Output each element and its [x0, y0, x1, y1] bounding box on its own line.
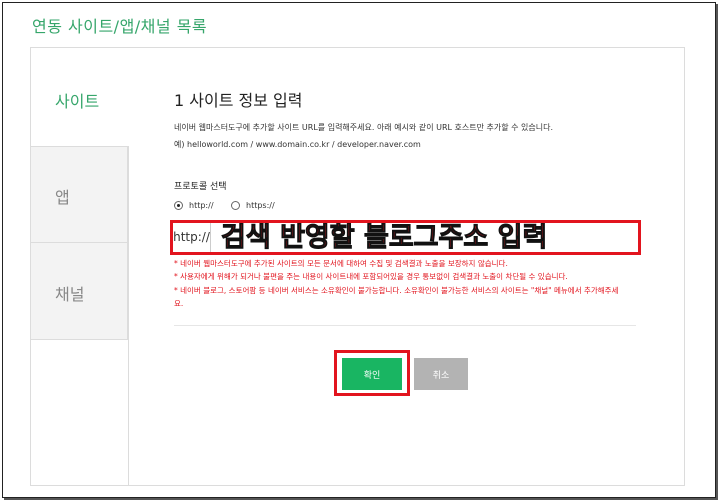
- page-title: 연동 사이트/앱/채널 목록: [32, 17, 208, 36]
- tab-site[interactable]: 사이트: [30, 47, 128, 147]
- notice-2: * 사용자에게 위해가 되거나 불편을 주는 내용이 사이트내에 포함되어있을 …: [174, 272, 568, 281]
- section-description: 네이버 웹마스터도구에 추가할 사이트 URL를 입력해주세요. 아래 예시와 …: [174, 123, 554, 132]
- radio-http-dot[interactable]: [174, 201, 183, 210]
- radio-http-label: http://: [189, 201, 214, 210]
- url-prefix: http://: [173, 223, 211, 252]
- tab-app-label: 앱: [55, 188, 70, 207]
- section-title: 1 사이트 정보 입력: [174, 91, 303, 110]
- notice-3-cont: 요.: [174, 299, 184, 308]
- radio-https-dot[interactable]: [231, 201, 240, 210]
- confirm-button[interactable]: 확인: [342, 358, 402, 390]
- cancel-button[interactable]: 취소: [414, 358, 468, 390]
- notice-1: * 네이버 웹마스터도구에 추가된 사이트의 모든 문서에 대하여 수집 및 검…: [174, 259, 508, 268]
- notice-3: * 네이버 블로그, 스토어팜 등 네이버 서비스는 소유확인이 불가능합니다.…: [174, 286, 619, 295]
- tab-channel[interactable]: 채널: [30, 242, 128, 340]
- sidebar-divider: [128, 146, 129, 486]
- url-input[interactable]: [215, 223, 635, 252]
- tab-app[interactable]: 앱: [30, 146, 128, 243]
- section-example: 예) helloworld.com / www.domain.co.kr / d…: [174, 140, 421, 149]
- radio-https-label: https://: [246, 201, 275, 210]
- tab-channel-label: 채널: [55, 285, 85, 304]
- radio-http[interactable]: http://: [174, 201, 214, 210]
- radio-https[interactable]: https://: [231, 201, 275, 210]
- divider: [174, 325, 636, 326]
- tab-site-label: 사이트: [55, 92, 100, 111]
- protocol-label: 프로토콜 선택: [174, 182, 227, 192]
